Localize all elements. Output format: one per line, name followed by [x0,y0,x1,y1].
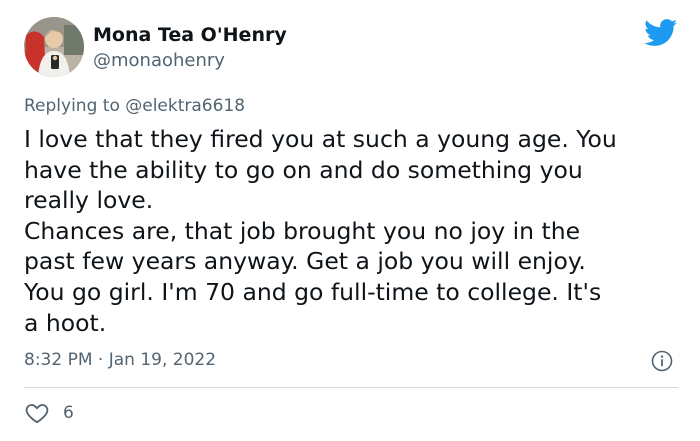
tweet-timestamp[interactable]: 8:32 PM · Jan 19, 2022 [24,348,216,372]
tweet-text-line: have the ability to go on and do somethi… [24,155,583,184]
heart-icon [25,404,49,424]
author-display-name[interactable]: Mona Tea O'Henry [93,23,287,47]
avatar-photo [24,17,84,77]
tweet-text-line: Chances are, that job brought you no joy… [24,216,581,245]
tweet-text-line: really love. [24,186,154,215]
reply-mention-link[interactable]: @elektra6618 [125,96,245,116]
tweet-text-line: You go girl. I'm 70 and go full-time to … [24,277,602,306]
like-count: 6 [63,403,74,423]
divider [24,387,678,388]
replying-to: Replying to @elektra6618 [24,95,245,117]
tweet-text-line: a hoot. [24,308,107,337]
tweet-text: I love that they fired you at such a you… [24,124,684,338]
like-button[interactable]: 6 [24,399,74,427]
tweet-text-line: I love that they fired you at such a you… [24,125,617,153]
avatar[interactable] [24,17,84,77]
replying-to-label: Replying to [24,96,120,116]
info-icon[interactable] [650,349,674,373]
tweet-card: Mona Tea O'Henry @monaohenry Replying to… [0,0,700,441]
author-handle[interactable]: @monaohenry [93,49,225,73]
tweet-text-line: past few years anyway. Get a job you wil… [24,247,586,276]
twitter-bird-icon[interactable] [644,19,678,47]
